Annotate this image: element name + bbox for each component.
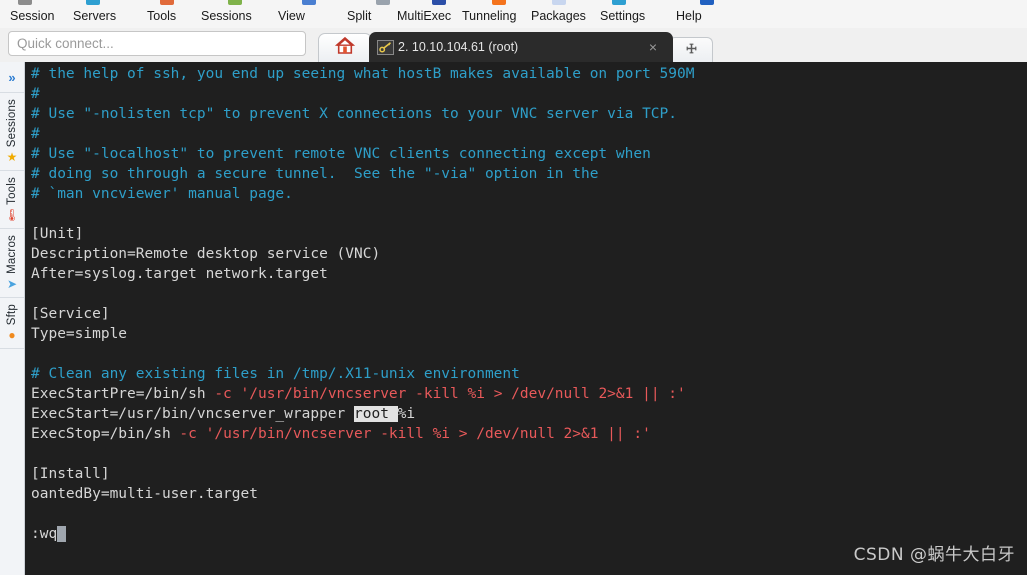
terminal-cursor bbox=[57, 526, 66, 542]
terminal-line: After=syslog.target network.target bbox=[31, 264, 1027, 284]
menu-item-tunneling[interactable]: Tunneling bbox=[462, 5, 516, 28]
terminal-text: Description=Remote desktop service (VNC) bbox=[31, 246, 381, 262]
quick-connect-input[interactable]: Quick connect... bbox=[8, 31, 306, 56]
menu-item-servers[interactable]: Servers bbox=[73, 5, 116, 28]
menu-item-multiexec[interactable]: MultiExec bbox=[397, 5, 451, 28]
terminal-line: # `man vncviewer' manual page. bbox=[31, 184, 1027, 204]
sidebar-expand-button[interactable]: » bbox=[0, 62, 24, 93]
selected-text: root bbox=[354, 406, 398, 422]
left-sidebar: » Sessions ★ Tools 🌡 Macros ➤ Sftp ● bbox=[0, 62, 25, 575]
sidebar-item-sessions[interactable]: Sessions ★ bbox=[0, 93, 24, 172]
menu-item-sessions[interactable]: Sessions bbox=[201, 5, 252, 28]
sidebar-item-label: Tools bbox=[6, 177, 18, 206]
sidebar-item-macros[interactable]: Macros ➤ bbox=[0, 229, 24, 299]
mobaxterm-window: Session Servers Tools Sessions View Split Mult… bbox=[0, 0, 1027, 575]
menu-item-packages[interactable]: Packages bbox=[531, 5, 586, 28]
tab-row: Quick connect... 2. 10.10.104.61 (root) … bbox=[0, 28, 1027, 62]
sidebar-item-tools[interactable]: Tools 🌡 bbox=[0, 171, 24, 230]
tab-home[interactable] bbox=[318, 33, 372, 62]
terminal-line: # the help of ssh, you end up seeing wha… bbox=[31, 64, 1027, 84]
menu-bar: Session Servers Tools Sessions View Split Mult… bbox=[0, 5, 1027, 28]
terminal-text: '/usr/bin/vncserver -kill %i > /dev/null… bbox=[240, 386, 686, 402]
terminal-line: Description=Remote desktop service (VNC) bbox=[31, 244, 1027, 264]
terminal-text: ExecStart=/usr/bin/vncserver_wrapper bbox=[31, 406, 355, 422]
terminal-text: Type=simple bbox=[31, 326, 128, 342]
terminal-line: # bbox=[31, 84, 1027, 104]
terminal-text: # doing so through a secure tunnel. See … bbox=[31, 166, 599, 182]
terminal-line: # Use "-localhost" to prevent remote VNC… bbox=[31, 144, 1027, 164]
terminal-text: # Use "-nolisten tcp" to prevent X conne… bbox=[31, 106, 678, 122]
terminal-text: oantedBy=multi-user.target bbox=[31, 486, 258, 502]
terminal-line: ExecStart=/usr/bin/vncserver_wrapper roo… bbox=[31, 404, 1027, 424]
terminal-output[interactable]: # the help of ssh, you end up seeing wha… bbox=[25, 62, 1027, 575]
tab-close-icon[interactable]: × bbox=[627, 40, 667, 54]
terminal-line: oantedBy=multi-user.target bbox=[31, 484, 1027, 504]
terminal-line: [Service] bbox=[31, 304, 1027, 324]
terminal-text: -c bbox=[179, 426, 206, 442]
terminal-line: # bbox=[31, 124, 1027, 144]
menu-item-settings[interactable]: Settings bbox=[600, 5, 645, 28]
terminal-line: ExecStop=/bin/sh -c '/usr/bin/vncserver … bbox=[31, 424, 1027, 444]
paper-plane-icon: ➤ bbox=[6, 277, 18, 292]
menu-item-view[interactable]: View bbox=[278, 5, 305, 28]
terminal-text: [Unit] bbox=[31, 226, 84, 242]
terminal-line: [Unit] bbox=[31, 224, 1027, 244]
star-icon: ★ bbox=[6, 150, 18, 165]
terminal-line: # Clean any existing files in /tmp/.X11-… bbox=[31, 364, 1027, 384]
sidebar-item-sftp[interactable]: Sftp ● bbox=[0, 298, 24, 350]
terminal-text: # Use "-localhost" to prevent remote VNC… bbox=[31, 146, 651, 162]
terminal-text: '/usr/bin/vncserver -kill %i > /dev/null… bbox=[205, 426, 651, 442]
terminal-line: # Use "-nolisten tcp" to prevent X conne… bbox=[31, 104, 1027, 124]
plus-icon bbox=[686, 43, 697, 57]
terminal-line: ExecStartPre=/bin/sh -c '/usr/bin/vncser… bbox=[31, 384, 1027, 404]
terminal-text: ExecStop=/bin/sh bbox=[31, 426, 180, 442]
sidebar-item-label: Sftp bbox=[6, 304, 18, 326]
terminal-text: -c bbox=[214, 386, 241, 402]
terminal-text: # Clean any existing files in /tmp/.X11-… bbox=[31, 366, 520, 382]
terminal-text: After=syslog.target network.target bbox=[31, 266, 328, 282]
sidebar-item-label: Macros bbox=[6, 235, 18, 275]
terminal-text: [Install] bbox=[31, 466, 110, 482]
globe-icon: ● bbox=[8, 328, 16, 343]
tab-strip: 2. 10.10.104.61 (root) × bbox=[318, 28, 1027, 62]
terminal-text: # bbox=[31, 126, 40, 142]
terminal-text: ExecStartPre=/bin/sh bbox=[31, 386, 215, 402]
terminal-text: [Service] bbox=[31, 306, 110, 322]
menu-item-tools[interactable]: Tools bbox=[147, 5, 176, 28]
terminal-line: :wq bbox=[31, 524, 1027, 544]
tab-session-active[interactable]: 2. 10.10.104.61 (root) × bbox=[369, 32, 673, 62]
new-tab-button[interactable] bbox=[669, 37, 713, 62]
terminal-text: %i bbox=[397, 406, 416, 422]
terminal-text: # `man vncviewer' manual page. bbox=[31, 186, 293, 202]
home-icon bbox=[334, 36, 356, 60]
terminal-line: # doing so through a secure tunnel. See … bbox=[31, 164, 1027, 184]
sidebar-item-label: Sessions bbox=[6, 99, 18, 148]
ssh-key-icon bbox=[377, 39, 394, 55]
terminal-line: Type=simple bbox=[31, 324, 1027, 344]
menu-item-session[interactable]: Session bbox=[10, 5, 54, 28]
thermometer-icon: 🌡 bbox=[4, 208, 20, 223]
terminal-text: :wq bbox=[31, 526, 58, 542]
terminal-line: [Install] bbox=[31, 464, 1027, 484]
terminal-text: # the help of ssh, you end up seeing wha… bbox=[31, 66, 695, 82]
menu-item-split[interactable]: Split bbox=[347, 5, 371, 28]
terminal-text: # bbox=[31, 86, 40, 102]
menu-item-help[interactable]: Help bbox=[676, 5, 702, 28]
tab-label: 2. 10.10.104.61 (root) bbox=[398, 40, 519, 54]
